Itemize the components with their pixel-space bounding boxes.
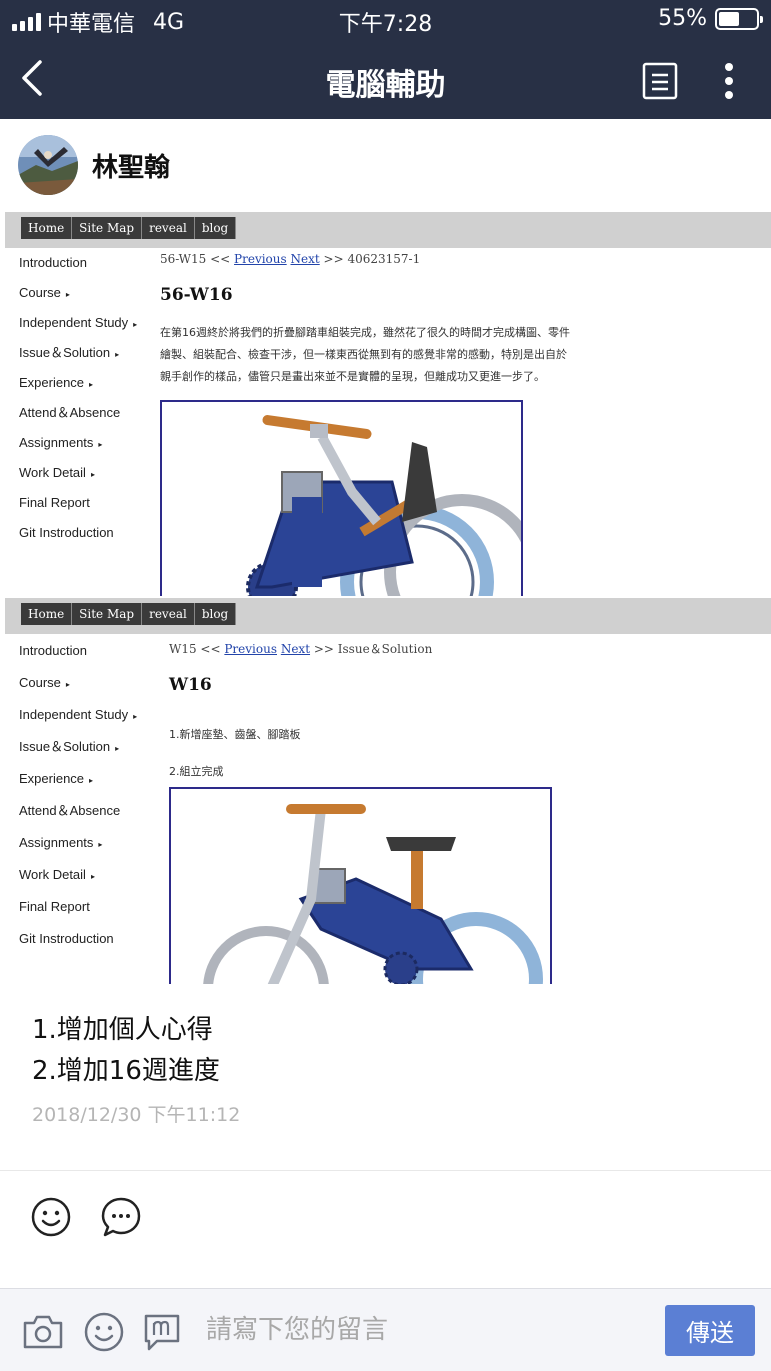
- status-right: 55%: [658, 6, 763, 31]
- site-sidebar-item: Experience ▸: [19, 771, 94, 786]
- site-nav-home: Home: [21, 217, 73, 239]
- status-bar: 中華電信 4G 下午7:28 55%: [0, 0, 771, 40]
- site-nav-buttons: Home Site Map reveal blog: [21, 603, 237, 625]
- post-message: 1.增加個人心得 2.增加16週進度: [32, 1010, 220, 1092]
- post-detail-screen: 中華電信 4G 下午7:28 55% 電腦輔助 林聖翰 Home Site Ma…: [0, 0, 771, 1371]
- site-page-heading: 56-W16: [160, 285, 233, 305]
- site-breadcrumb: W15 << Previous Next >> Issue＆Solution: [169, 642, 433, 656]
- site-sidebar-item: Work Detail ▸: [19, 465, 95, 480]
- smiley-icon: [84, 1312, 124, 1352]
- post-message-line: 1.增加個人心得: [32, 1015, 213, 1045]
- status-time: 下午7:28: [338, 12, 433, 37]
- author-name[interactable]: 林聖翰: [92, 147, 170, 184]
- site-sidebar: Introduction Course ▸ Independent Study ▸ …: [19, 642, 137, 962]
- comment-button[interactable]: [100, 1196, 142, 1238]
- site-nav-bar: Home Site Map reveal blog: [5, 212, 771, 248]
- battery-percent: 55%: [658, 6, 707, 31]
- site-sidebar-item: Independent Study ▸: [19, 315, 138, 330]
- site-sidebar-item: Assignments ▸: [19, 835, 103, 850]
- comment-input[interactable]: [206, 1307, 646, 1353]
- site-sidebar-item: Git Instroduction: [19, 525, 114, 540]
- comment-composer: 傳送: [0, 1288, 771, 1371]
- post-message-line: 2.增加16週進度: [32, 1056, 220, 1086]
- site-nav-buttons: Home Site Map reveal blog: [21, 217, 237, 239]
- site-sidebar-item: Independent Study ▸: [19, 707, 138, 722]
- emoji-button[interactable]: [83, 1311, 125, 1353]
- like-button[interactable]: [30, 1196, 72, 1238]
- camera-icon: [23, 1315, 63, 1349]
- site-page-heading: W16: [169, 675, 212, 695]
- site-sidebar-item: Introduction: [19, 643, 87, 658]
- site-sidebar-item: Issue＆Solution ▸: [19, 345, 120, 360]
- site-sidebar-item: Attend＆Absence: [19, 803, 121, 818]
- site-nav-reveal: reveal: [142, 217, 195, 239]
- site-sidebar-item: Final Report: [19, 495, 90, 510]
- site-nav-sitemap: Site Map: [72, 603, 143, 625]
- site-nav-blog: blog: [194, 217, 237, 239]
- site-nav-sitemap: Site Map: [72, 217, 143, 239]
- notes-button[interactable]: [642, 62, 678, 100]
- attached-screenshot-1[interactable]: Home Site Map reveal blog Introduction C…: [5, 212, 771, 596]
- site-sidebar-item: Work Detail ▸: [19, 867, 95, 882]
- avatar[interactable]: [18, 135, 78, 195]
- mention-button[interactable]: [141, 1311, 183, 1353]
- battery-icon: [715, 7, 763, 30]
- post-author[interactable]: 林聖翰: [18, 135, 170, 195]
- site-sidebar-item: Assignments ▸: [19, 435, 103, 450]
- title-bar: 電腦輔助: [0, 40, 771, 119]
- site-paragraph: 1.新增座墊、齒盤、腳踏板 2.組立完成: [169, 728, 301, 778]
- camera-button[interactable]: [22, 1311, 64, 1353]
- send-button[interactable]: 傳送: [665, 1305, 755, 1356]
- site-nav-reveal: reveal: [142, 603, 195, 625]
- site-sidebar-item: Course ▸: [19, 285, 70, 300]
- site-paragraph: 在第16週終於將我們的折疊腳踏車組裝完成，雖然花了很久的時間才完成構圖、零件 繪…: [160, 326, 570, 383]
- attached-screenshot-2[interactable]: Home Site Map reveal blog Introduction C…: [5, 598, 771, 984]
- divider: [0, 1170, 771, 1171]
- smiley-icon: [31, 1197, 71, 1237]
- speech-bubble-icon: [101, 1197, 141, 1237]
- site-sidebar-item: Experience ▸: [19, 375, 94, 390]
- site-sidebar-item: Git Instroduction: [19, 931, 114, 946]
- site-breadcrumb: 56-W15 << Previous Next >> 40623157-1: [160, 252, 421, 266]
- site-sidebar-item: Attend＆Absence: [19, 405, 121, 420]
- post-timestamp: 2018/12/30 下午11:12: [32, 1104, 241, 1126]
- more-options-button[interactable]: [712, 60, 746, 102]
- top-bar: 中華電信 4G 下午7:28 55% 電腦輔助: [0, 0, 771, 119]
- site-sidebar-item: Final Report: [19, 899, 90, 914]
- site-sidebar-item: Introduction: [19, 255, 87, 270]
- site-nav-bar: Home Site Map reveal blog: [5, 598, 771, 634]
- site-nav-home: Home: [21, 603, 73, 625]
- site-nav-blog: blog: [194, 603, 237, 625]
- mention-icon: [144, 1314, 180, 1351]
- notes-icon: [642, 62, 678, 100]
- bicycle-render-image: [169, 787, 552, 984]
- site-sidebar: Introduction Course ▸ Independent Study ▸ …: [19, 254, 137, 554]
- more-vertical-icon: [725, 63, 733, 99]
- site-sidebar-item: Course ▸: [19, 675, 70, 690]
- site-sidebar-item: Issue＆Solution ▸: [19, 739, 120, 754]
- bicycle-render-image: [160, 400, 523, 596]
